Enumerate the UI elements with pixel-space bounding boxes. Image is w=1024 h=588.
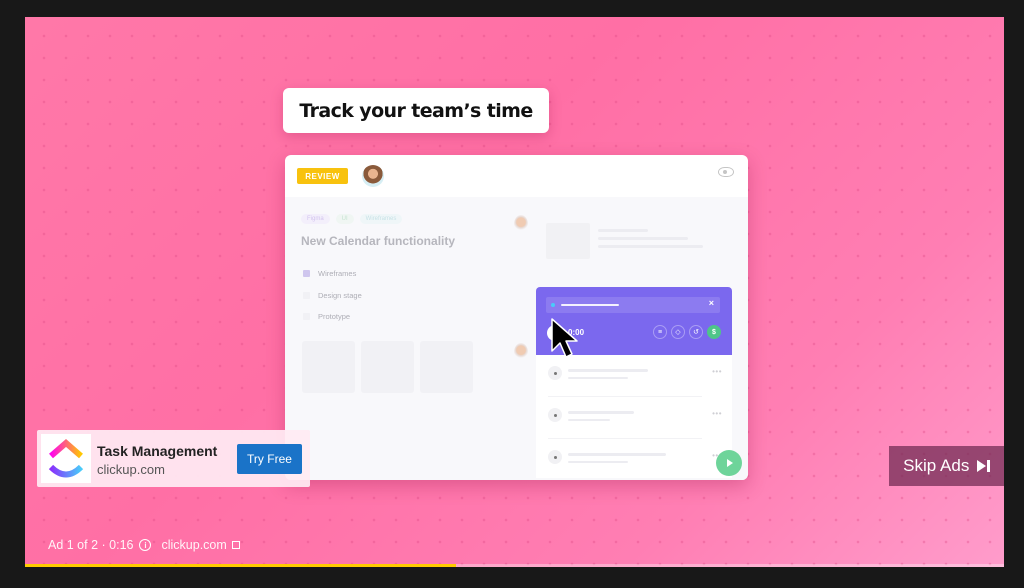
progress-bar[interactable] (25, 564, 1004, 567)
companion-domain[interactable]: clickup.com (97, 462, 165, 477)
placeholder-line (598, 237, 688, 240)
checkbox-checked (303, 270, 310, 278)
try-free-button[interactable]: Try Free (237, 444, 302, 474)
list-item: ••• (536, 355, 732, 397)
billable-dollar-icon: $ (707, 325, 721, 339)
timer-description-input: × (546, 297, 720, 313)
play-icon (548, 366, 562, 380)
list-item: ••• (536, 439, 732, 480)
commenter-avatar (514, 343, 528, 361)
placeholder-line (598, 229, 648, 232)
history-icon: ↺ (689, 325, 703, 339)
mouse-cursor-icon (551, 318, 578, 358)
placeholder-line (568, 419, 610, 421)
checkbox (303, 291, 310, 299)
headline-text: Track your team’s time (299, 99, 533, 122)
placeholder-line (568, 453, 666, 456)
list-item: ••• (536, 397, 732, 439)
play-icon (548, 450, 562, 464)
companion-title: Task Management (97, 443, 218, 459)
placeholder-line (568, 369, 648, 372)
external-link-icon[interactable] (231, 541, 240, 549)
checkbox (303, 313, 310, 321)
advertiser-link[interactable]: clickup.com (161, 538, 226, 552)
more-icon: ••• (712, 367, 722, 376)
clickup-logo (41, 434, 91, 483)
info-icon[interactable]: i (139, 539, 152, 551)
placeholder-line (598, 245, 703, 248)
activity-card (543, 219, 738, 269)
tag-list: Figma UI Wireframes (301, 214, 403, 224)
video-player[interactable]: Track your team’s time REVIEW Figma UI W… (25, 17, 1004, 567)
more-icon: ••• (712, 409, 722, 418)
status-badge: REVIEW (297, 168, 348, 184)
app-header: REVIEW (285, 155, 748, 197)
avatar (362, 165, 384, 187)
attachment-thumbnail (420, 341, 473, 393)
activity-image (546, 223, 590, 259)
timer-actions: ≡ ◇ ↺ $ (653, 325, 721, 339)
task-title: New Calendar functionality (301, 234, 456, 248)
placeholder-line (568, 411, 634, 414)
companion-ad-banner[interactable]: Task Management clickup.com Try Free (37, 430, 310, 487)
progress-played (25, 564, 456, 567)
status-dot-icon (551, 302, 555, 307)
description-line (561, 303, 619, 306)
ad-info-bar: Ad 1 of 2 · 0:16 i clickup.com (48, 538, 240, 552)
close-icon: × (708, 298, 714, 308)
tag: Figma (301, 214, 330, 224)
attachment-thumbnails (302, 341, 473, 393)
commenter-avatar (514, 215, 528, 233)
placeholder-line (568, 377, 628, 379)
notes-icon: ≡ (653, 325, 667, 339)
ad-position-text: Ad 1 of 2 · 0:16 (48, 538, 134, 552)
checklist: Wireframes Design stage Prototype (303, 263, 362, 328)
clickup-logo-icon (48, 439, 84, 478)
attachment-thumbnail (302, 341, 355, 393)
skip-next-icon (977, 460, 990, 472)
play-fab-icon (716, 450, 742, 476)
eye-icon (718, 167, 734, 177)
placeholder-line (568, 461, 628, 463)
attachment-thumbnail (361, 341, 414, 393)
play-icon (548, 408, 562, 422)
checklist-item: Prototype (303, 306, 362, 328)
tag: UI (335, 214, 354, 224)
app-mockup: REVIEW Figma UI Wireframes New Calendar … (285, 155, 748, 480)
checklist-item: Wireframes (303, 263, 362, 285)
tag: Wireframes (359, 214, 403, 224)
skip-ads-button[interactable]: Skip Ads (889, 446, 1004, 486)
time-entries-list: ••• ••• ••• (536, 355, 732, 478)
checklist-label: Prototype (318, 312, 351, 322)
checklist-label: Wireframes (318, 269, 357, 279)
task-body: Figma UI Wireframes New Calendar functio… (285, 197, 748, 480)
tag-icon: ◇ (671, 325, 685, 339)
skip-ads-label: Skip Ads (903, 456, 970, 475)
headline-card: Track your team’s time (283, 88, 549, 133)
checklist-item: Design stage (303, 285, 362, 307)
checklist-label: Design stage (318, 290, 362, 300)
